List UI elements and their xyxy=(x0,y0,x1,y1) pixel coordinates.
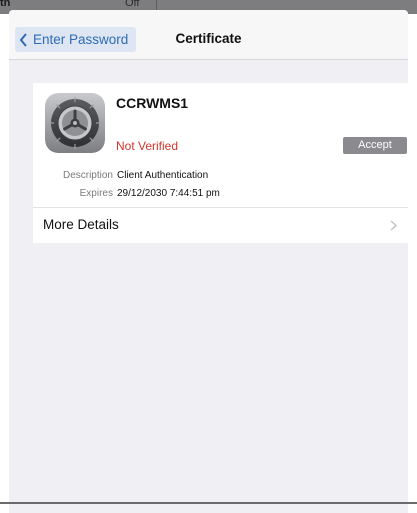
more-details-row[interactable]: More Details xyxy=(33,208,408,242)
background-cell-value: Off xyxy=(125,0,140,9)
bottom-edge xyxy=(0,502,417,504)
screen: th Off Enter Password Certificate CCRWMS… xyxy=(0,0,417,513)
detail-row-expires: Expires 29/12/2030 7:44:51 pm xyxy=(33,188,408,202)
certificate-card: CCRWMS1 Not Verified Accept Description … xyxy=(33,83,408,243)
navigation-bar: Enter Password Certificate xyxy=(9,10,408,60)
page-title: Certificate xyxy=(175,31,242,46)
more-details-label: More Details xyxy=(43,217,119,232)
gear-icon xyxy=(45,93,105,153)
detail-value: 29/12/2030 7:44:51 pm xyxy=(117,188,220,199)
accept-button[interactable]: Accept xyxy=(343,137,407,154)
detail-key: Description xyxy=(62,170,113,181)
certificate-modal: Enter Password Certificate CCRWMS1 Not V… xyxy=(9,10,408,513)
detail-key: Expires xyxy=(79,188,113,199)
detail-row-description: Description Client Authentication xyxy=(33,170,408,184)
certificate-name: CCRWMS1 xyxy=(116,95,189,111)
verification-status: Not Verified xyxy=(116,139,179,153)
background-cell-label: th xyxy=(0,0,11,9)
detail-value: Client Authentication xyxy=(117,170,209,181)
chevron-right-icon xyxy=(390,220,397,231)
